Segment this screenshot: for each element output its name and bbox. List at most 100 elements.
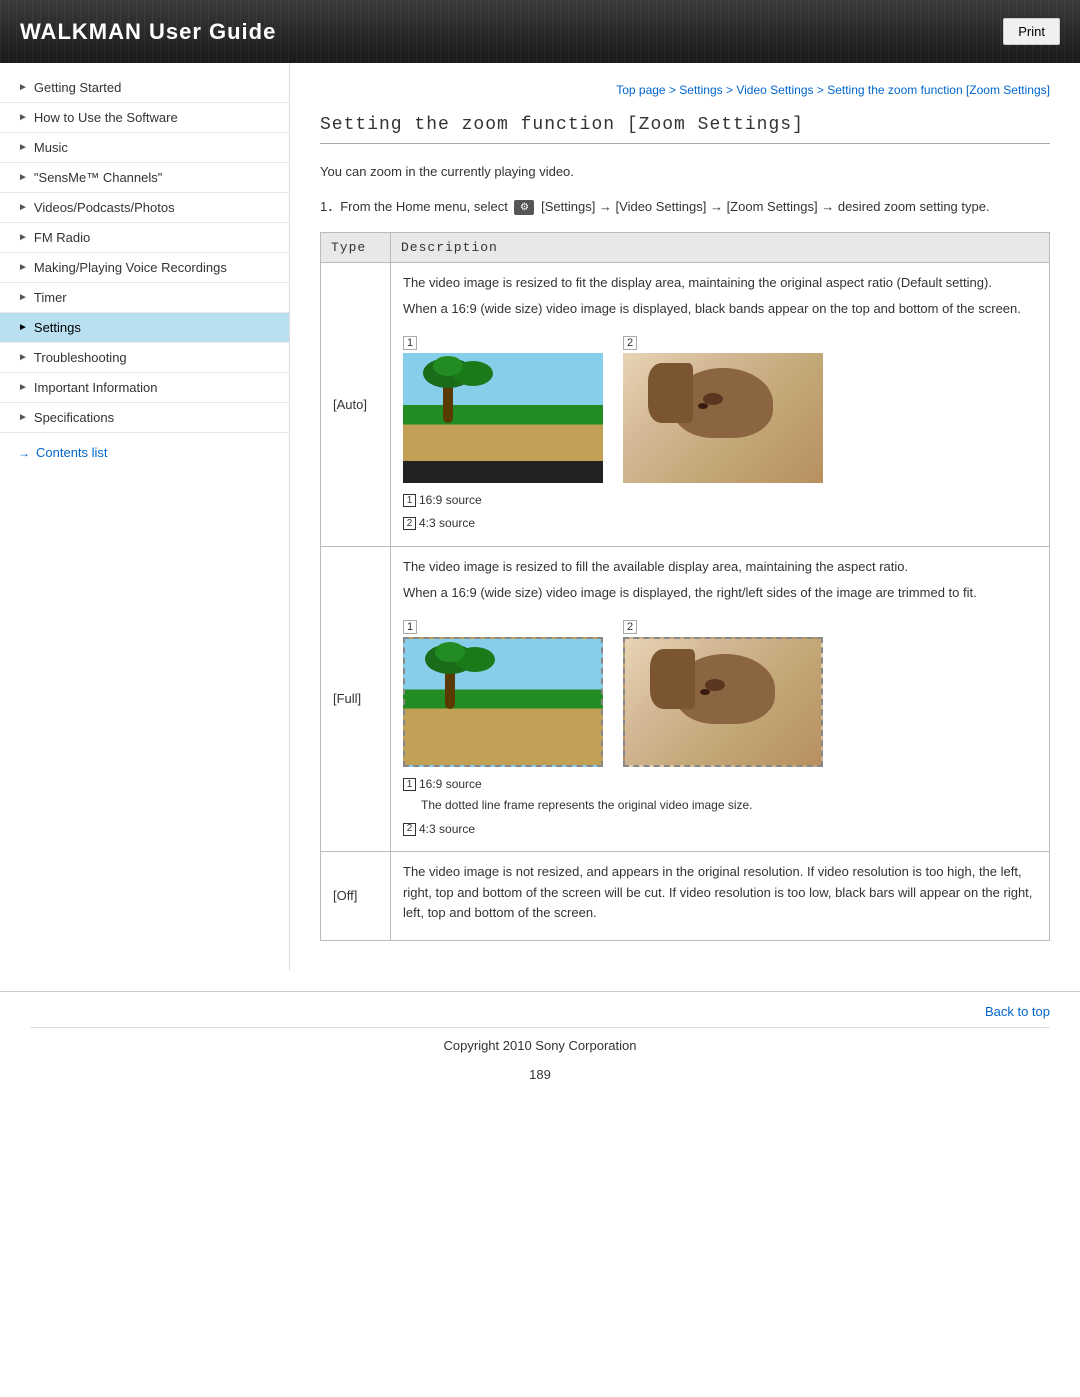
intro-paragraph: You can zoom in the currently playing vi… [320, 162, 1050, 183]
sidebar-item-label-8: Settings [34, 320, 81, 335]
img-num-2: 2 [623, 336, 637, 350]
print-button[interactable]: Print [1003, 18, 1060, 45]
sidebar-item-label-10: Important Information [34, 380, 158, 395]
back-to-top-link[interactable]: Back to top [30, 1004, 1050, 1019]
contents-link[interactable]: → Contents list [0, 433, 289, 468]
sidebar-item-label-9: Troubleshooting [34, 350, 127, 365]
image-row-0: 1 2 [403, 332, 1037, 483]
breadcrumb-link-settings[interactable]: Settings [679, 83, 722, 97]
black-bar [403, 461, 603, 483]
sidebar: ► Getting Started ► How to Use the Software… [0, 63, 290, 971]
contents-link-label: Contents list [36, 445, 108, 460]
palm-image-full [403, 637, 603, 767]
sidebar-arrow-icon-8: ► [18, 322, 28, 333]
breadcrumb-text: Top page > Settings > Video Settings > S… [616, 83, 1050, 97]
footer: Back to top Copyright 2010 Sony Corporat… [0, 991, 1080, 1090]
source-badge-1: 1 [403, 778, 416, 791]
sidebar-arrow-icon-2: ► [18, 142, 28, 153]
image-box-1-row-1: 1 [403, 616, 603, 767]
table-type-cell-2: [Off] [321, 851, 391, 940]
sidebar-arrow-icon-1: ► [18, 112, 28, 123]
zoom-settings-table: Type Description [Auto] The video image i… [320, 232, 1050, 942]
breadcrumb: Top page > Settings > Video Settings > S… [320, 83, 1050, 97]
sidebar-item-label-4: Videos/Podcasts/Photos [34, 200, 175, 215]
sidebar-item-label-7: Timer [34, 290, 67, 305]
table-row-0: [Auto] The video image is resized to fit … [321, 262, 1050, 546]
source-label-2-row-0: 2 4:3 source [403, 514, 1037, 533]
source-label-1-row-1: 1 16:9 source [403, 775, 1037, 794]
sidebar-item-5[interactable]: ► FM Radio [0, 223, 289, 253]
sidebar-item-label-2: Music [34, 140, 68, 155]
page-number: 189 [30, 1061, 1050, 1082]
image-row-1: 1 2 [403, 616, 1037, 767]
desc-line: The video image is resized to fill the a… [403, 557, 1037, 578]
layout: ► Getting Started ► How to Use the Software… [0, 63, 1080, 971]
sidebar-item-11[interactable]: ► Specifications [0, 403, 289, 433]
source-label-1-row-0: 1 16:9 source [403, 491, 1037, 510]
sidebar-item-label-6: Making/Playing Voice Recordings [34, 260, 227, 275]
settings-icon: ⚙ [514, 200, 534, 215]
sidebar-arrow-icon-4: ► [18, 202, 28, 213]
sidebar-item-3[interactable]: ►"SensMe™ Channels" [0, 163, 289, 193]
sidebar-arrow-icon-0: ► [18, 82, 28, 93]
desc-line: The video image is not resized, and appe… [403, 862, 1037, 924]
sidebar-item-2[interactable]: ► Music [0, 133, 289, 163]
image-box-1-row-0: 1 [403, 332, 603, 483]
img-num-1: 1 [403, 336, 417, 350]
sidebar-item-6[interactable]: ►Making/Playing Voice Recordings [0, 253, 289, 283]
step1-prefix: 1．From the Home menu, select [320, 199, 508, 214]
page-title: Setting the zoom function [Zoom Settings… [320, 115, 1050, 144]
sidebar-item-10[interactable]: ► Important Information [0, 373, 289, 403]
table-row-2: [Off]The video image is not resized, and… [321, 851, 1050, 940]
step1-suffix: [Settings] → [Video Settings] → [Zoom Se… [541, 199, 989, 214]
header: WALKMAN User Guide Print [0, 0, 1080, 63]
desc-line: When a 16:9 (wide size) video image is d… [403, 299, 1037, 320]
image-box-2-row-0: 2 [623, 332, 823, 483]
desc-line: The video image is resized to fit the di… [403, 273, 1037, 294]
contents-link-arrow-icon: → [18, 446, 30, 460]
breadcrumb-link-top[interactable]: Top page [616, 83, 665, 97]
table-desc-cell-2: The video image is not resized, and appe… [391, 851, 1050, 940]
source1-note: The dotted line frame represents the ori… [421, 796, 1037, 815]
table-desc-cell-1: The video image is resized to fill the a… [391, 546, 1050, 851]
dog-image-full [623, 637, 823, 767]
sidebar-item-0[interactable]: ► Getting Started [0, 73, 289, 103]
source-badge-2: 2 [403, 517, 416, 530]
sidebar-arrow-icon-11: ► [18, 412, 28, 423]
sidebar-item-label-3: "SensMe™ Channels" [34, 170, 162, 185]
source-badge-1: 1 [403, 494, 416, 507]
sidebar-item-8[interactable]: ► Settings [0, 313, 289, 343]
sidebar-item-label-5: FM Radio [34, 230, 90, 245]
sidebar-item-label-1: How to Use the Software [34, 110, 178, 125]
copyright-text: Copyright 2010 Sony Corporation [30, 1027, 1050, 1061]
header-title: WALKMAN User Guide [20, 19, 276, 45]
source-label-2-row-1: 2 4:3 source [403, 820, 1037, 839]
table-desc-cell-0: The video image is resized to fit the di… [391, 262, 1050, 546]
main-content: Top page > Settings > Video Settings > S… [290, 63, 1080, 971]
breadcrumb-link-videosettings[interactable]: Video Settings [736, 83, 813, 97]
table-header-desc: Description [391, 232, 1050, 262]
breadcrumb-link-zoom[interactable]: Setting the zoom function [Zoom Settings… [827, 83, 1050, 97]
table-row-1: [Full] The video image is resized to fill… [321, 546, 1050, 851]
step1-paragraph: 1．From the Home menu, select ⚙ [Settings… [320, 197, 1050, 218]
dog-image-auto [623, 353, 823, 483]
sidebar-arrow-icon-10: ► [18, 382, 28, 393]
sidebar-arrow-icon-7: ► [18, 292, 28, 303]
sidebar-item-label-0: Getting Started [34, 80, 121, 95]
sidebar-item-1[interactable]: ► How to Use the Software [0, 103, 289, 133]
img-num-2: 2 [623, 620, 637, 634]
table-header-type: Type [321, 232, 391, 262]
table-type-cell-0: [Auto] [321, 262, 391, 546]
sidebar-arrow-icon-9: ► [18, 352, 28, 363]
sidebar-item-7[interactable]: ► Timer [0, 283, 289, 313]
sidebar-item-label-11: Specifications [34, 410, 114, 425]
source-badge-2: 2 [403, 823, 416, 836]
table-type-cell-1: [Full] [321, 546, 391, 851]
sidebar-arrow-icon-5: ► [18, 232, 28, 243]
image-box-2-row-1: 2 [623, 616, 823, 767]
sidebar-item-4[interactable]: ► Videos/Podcasts/Photos [0, 193, 289, 223]
sidebar-item-9[interactable]: ► Troubleshooting [0, 343, 289, 373]
desc-line: When a 16:9 (wide size) video image is d… [403, 583, 1037, 604]
palm-image-auto [403, 353, 603, 483]
img-num-1: 1 [403, 620, 417, 634]
